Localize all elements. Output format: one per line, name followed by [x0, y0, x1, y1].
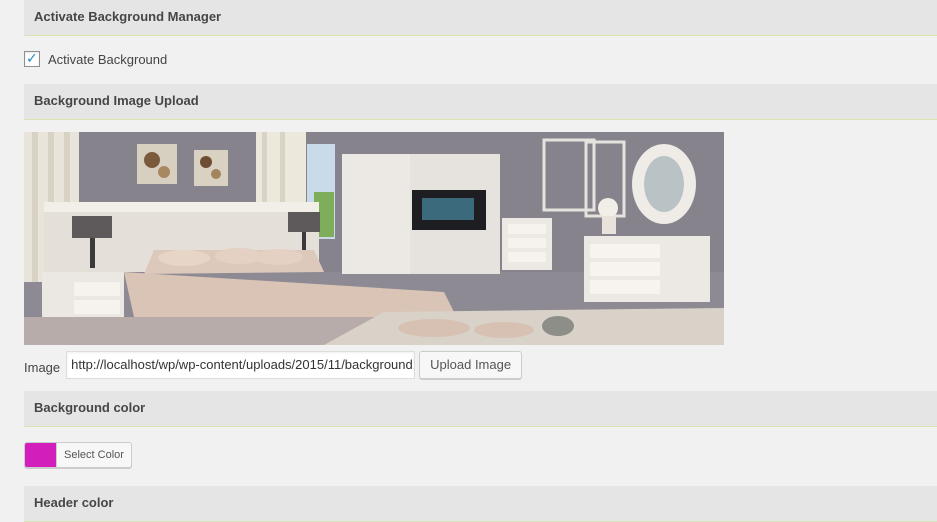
- section-header-background-color: Background color: [24, 391, 937, 427]
- activate-background-label[interactable]: Activate Background: [48, 52, 167, 67]
- background-color-picker[interactable]: Select Color: [24, 442, 132, 468]
- activate-background-row[interactable]: ✓ Activate Background: [24, 50, 167, 67]
- section-header-header-color: Header color: [24, 486, 937, 522]
- section-header-activate-background-manager: Activate Background Manager: [24, 0, 937, 36]
- image-url-input[interactable]: http://localhost/wp/wp-content/uploads/2…: [66, 351, 416, 379]
- select-color-button[interactable]: Select Color: [57, 443, 131, 467]
- background-image-preview: [24, 132, 724, 345]
- image-url-row: Image http://localhost/wp/wp-content/upl…: [24, 350, 523, 380]
- checkmark-icon: ✓: [26, 50, 38, 66]
- image-label: Image: [24, 359, 61, 375]
- image-url-value: http://localhost/wp/wp-content/uploads/2…: [71, 357, 416, 372]
- upload-image-button[interactable]: Upload Image: [419, 351, 523, 379]
- activate-background-checkbox[interactable]: ✓: [24, 50, 40, 67]
- bedroom-photo: [24, 132, 724, 345]
- color-swatch[interactable]: [25, 443, 57, 467]
- section-header-background-image-upload: Background Image Upload: [24, 84, 937, 120]
